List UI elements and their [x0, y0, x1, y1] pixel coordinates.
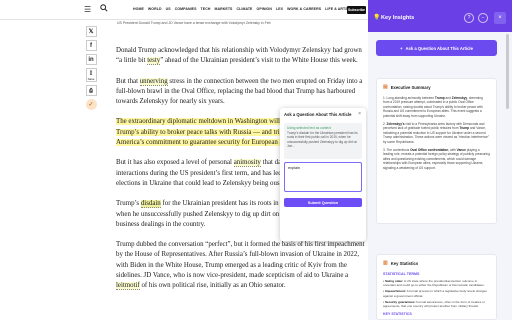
highlighted-word[interactable]: animosity	[233, 159, 261, 168]
stat-term: • Swing state: A US state where the pres…	[383, 279, 485, 288]
summary-item: 1. Long-standing animosity between Trump…	[383, 96, 483, 118]
summary-item: 3. The contentious Oval Office confronta…	[383, 148, 490, 170]
article-paragraph: Trump dubbed the conversation “perfect”,…	[116, 241, 365, 291]
question-textarea[interactable]: explain	[284, 162, 362, 192]
nav-item-lex[interactable]: LEX	[276, 7, 283, 11]
stats-section-heading: KEY STATISTICS	[383, 312, 412, 317]
help-icon[interactable]: ?	[464, 13, 474, 23]
context-text: Trump’s disdain for the Ukrainian presid…	[287, 131, 358, 148]
print-icon[interactable]: ⎙	[85, 85, 97, 96]
nav-item-markets[interactable]: MARKETS	[214, 7, 232, 11]
highlighted-word[interactable]: leitmotif	[116, 282, 140, 291]
save-button[interactable]: ▯ Save	[85, 68, 97, 82]
facebook-share-icon[interactable]: f	[85, 40, 97, 51]
nav-item-opinion[interactable]: OPINION	[257, 7, 272, 11]
nav-item-companies[interactable]: COMPANIES	[175, 7, 197, 11]
executive-summary-card: ▤ Executive Summary 1. Long-standing anim…	[376, 78, 497, 224]
close-icon[interactable]: ×	[358, 111, 361, 117]
summary-title: Executive Summary	[390, 84, 431, 90]
ask-question-button[interactable]: + Ask a Question About This Article	[376, 40, 497, 56]
panel-title: Key Insights	[381, 15, 415, 21]
context-box: Using selected text as context Trump’s d…	[284, 123, 362, 159]
article-paragraph: Donald Trump acknowledged that his relat…	[116, 47, 362, 66]
nav-item-world[interactable]: WORLD	[148, 7, 162, 11]
bookmark-icon: ▯	[89, 69, 93, 76]
stat-term: • Impeachment: A formal process in which…	[383, 289, 487, 298]
check-icon[interactable]: ✓	[85, 99, 97, 110]
nav-item-work-careers[interactable]: WORK & CAREERS	[287, 7, 321, 11]
ask-question-popup: Ask a Question About This Article × Usin…	[280, 108, 366, 241]
nav-item-climate[interactable]: CLIMATE	[237, 7, 253, 11]
x-share-icon[interactable]: 𝕏	[85, 26, 97, 37]
stats-section-heading: STATISTICAL TERMS	[383, 272, 420, 276]
stat-term: • Security guarantees: Formal assurances…	[383, 299, 485, 309]
site-nav: HOME WORLD US COMPANIES TECH MARKETS CLI…	[133, 7, 360, 11]
minimize-icon[interactable]: −	[478, 13, 488, 23]
close-panel-icon[interactable]: ×	[494, 12, 506, 24]
share-rail: 𝕏 f in ▯ Save ⎙ ✓	[84, 26, 98, 110]
summary-list: 1. Long-standing animosity between Trump…	[383, 96, 490, 170]
lightbulb-icon: 💡	[373, 15, 381, 21]
stats-title: Key Statistics	[390, 260, 419, 266]
popup-title: Ask a Question About This Article	[284, 112, 352, 117]
search-icon[interactable]	[100, 4, 108, 14]
nav-item-tech[interactable]: TECH	[201, 7, 211, 11]
highlighted-word[interactable]: unnerving	[139, 77, 168, 86]
key-insights-panel: 💡 Key Insights ? − × + Ask a Question Ab…	[368, 0, 512, 320]
panel-header: 💡 Key Insights ? − ×	[368, 0, 512, 32]
nav-item-home[interactable]: HOME	[133, 7, 144, 11]
document-icon: ▤	[383, 84, 388, 90]
bar-chart-icon: ▥	[383, 260, 388, 266]
photo-caption: US President Donald Trump and JD Vance h…	[117, 21, 271, 25]
nav-item-life-arts[interactable]: LIFE & ARTS	[325, 7, 348, 11]
subscribe-button[interactable]: Subscribe	[347, 6, 366, 14]
highlighted-word[interactable]: testy	[147, 57, 161, 66]
linkedin-share-icon[interactable]: in	[85, 54, 97, 65]
summary-item: 2. Zelenskyy's visit to a Pennsylvania a…	[383, 122, 490, 144]
nav-item-us[interactable]: US	[166, 7, 171, 11]
panel-scrollbar[interactable]	[506, 34, 509, 109]
menu-icon[interactable]: ☰	[84, 5, 91, 14]
plus-icon: +	[400, 45, 403, 51]
context-label: Using selected text as context	[287, 126, 331, 130]
key-statistics-card: ▥ Key Statistics STATISTICAL TERMS • Swin…	[376, 254, 497, 320]
highlighted-word[interactable]: disdain	[140, 200, 161, 209]
article-paragraph: But that unnerving stress in the connect…	[116, 77, 363, 106]
submit-question-button[interactable]: Submit Question	[284, 198, 362, 207]
site-header: ☰ HOME WORLD US COMPANIES TECH MARKETS C…	[0, 0, 368, 20]
